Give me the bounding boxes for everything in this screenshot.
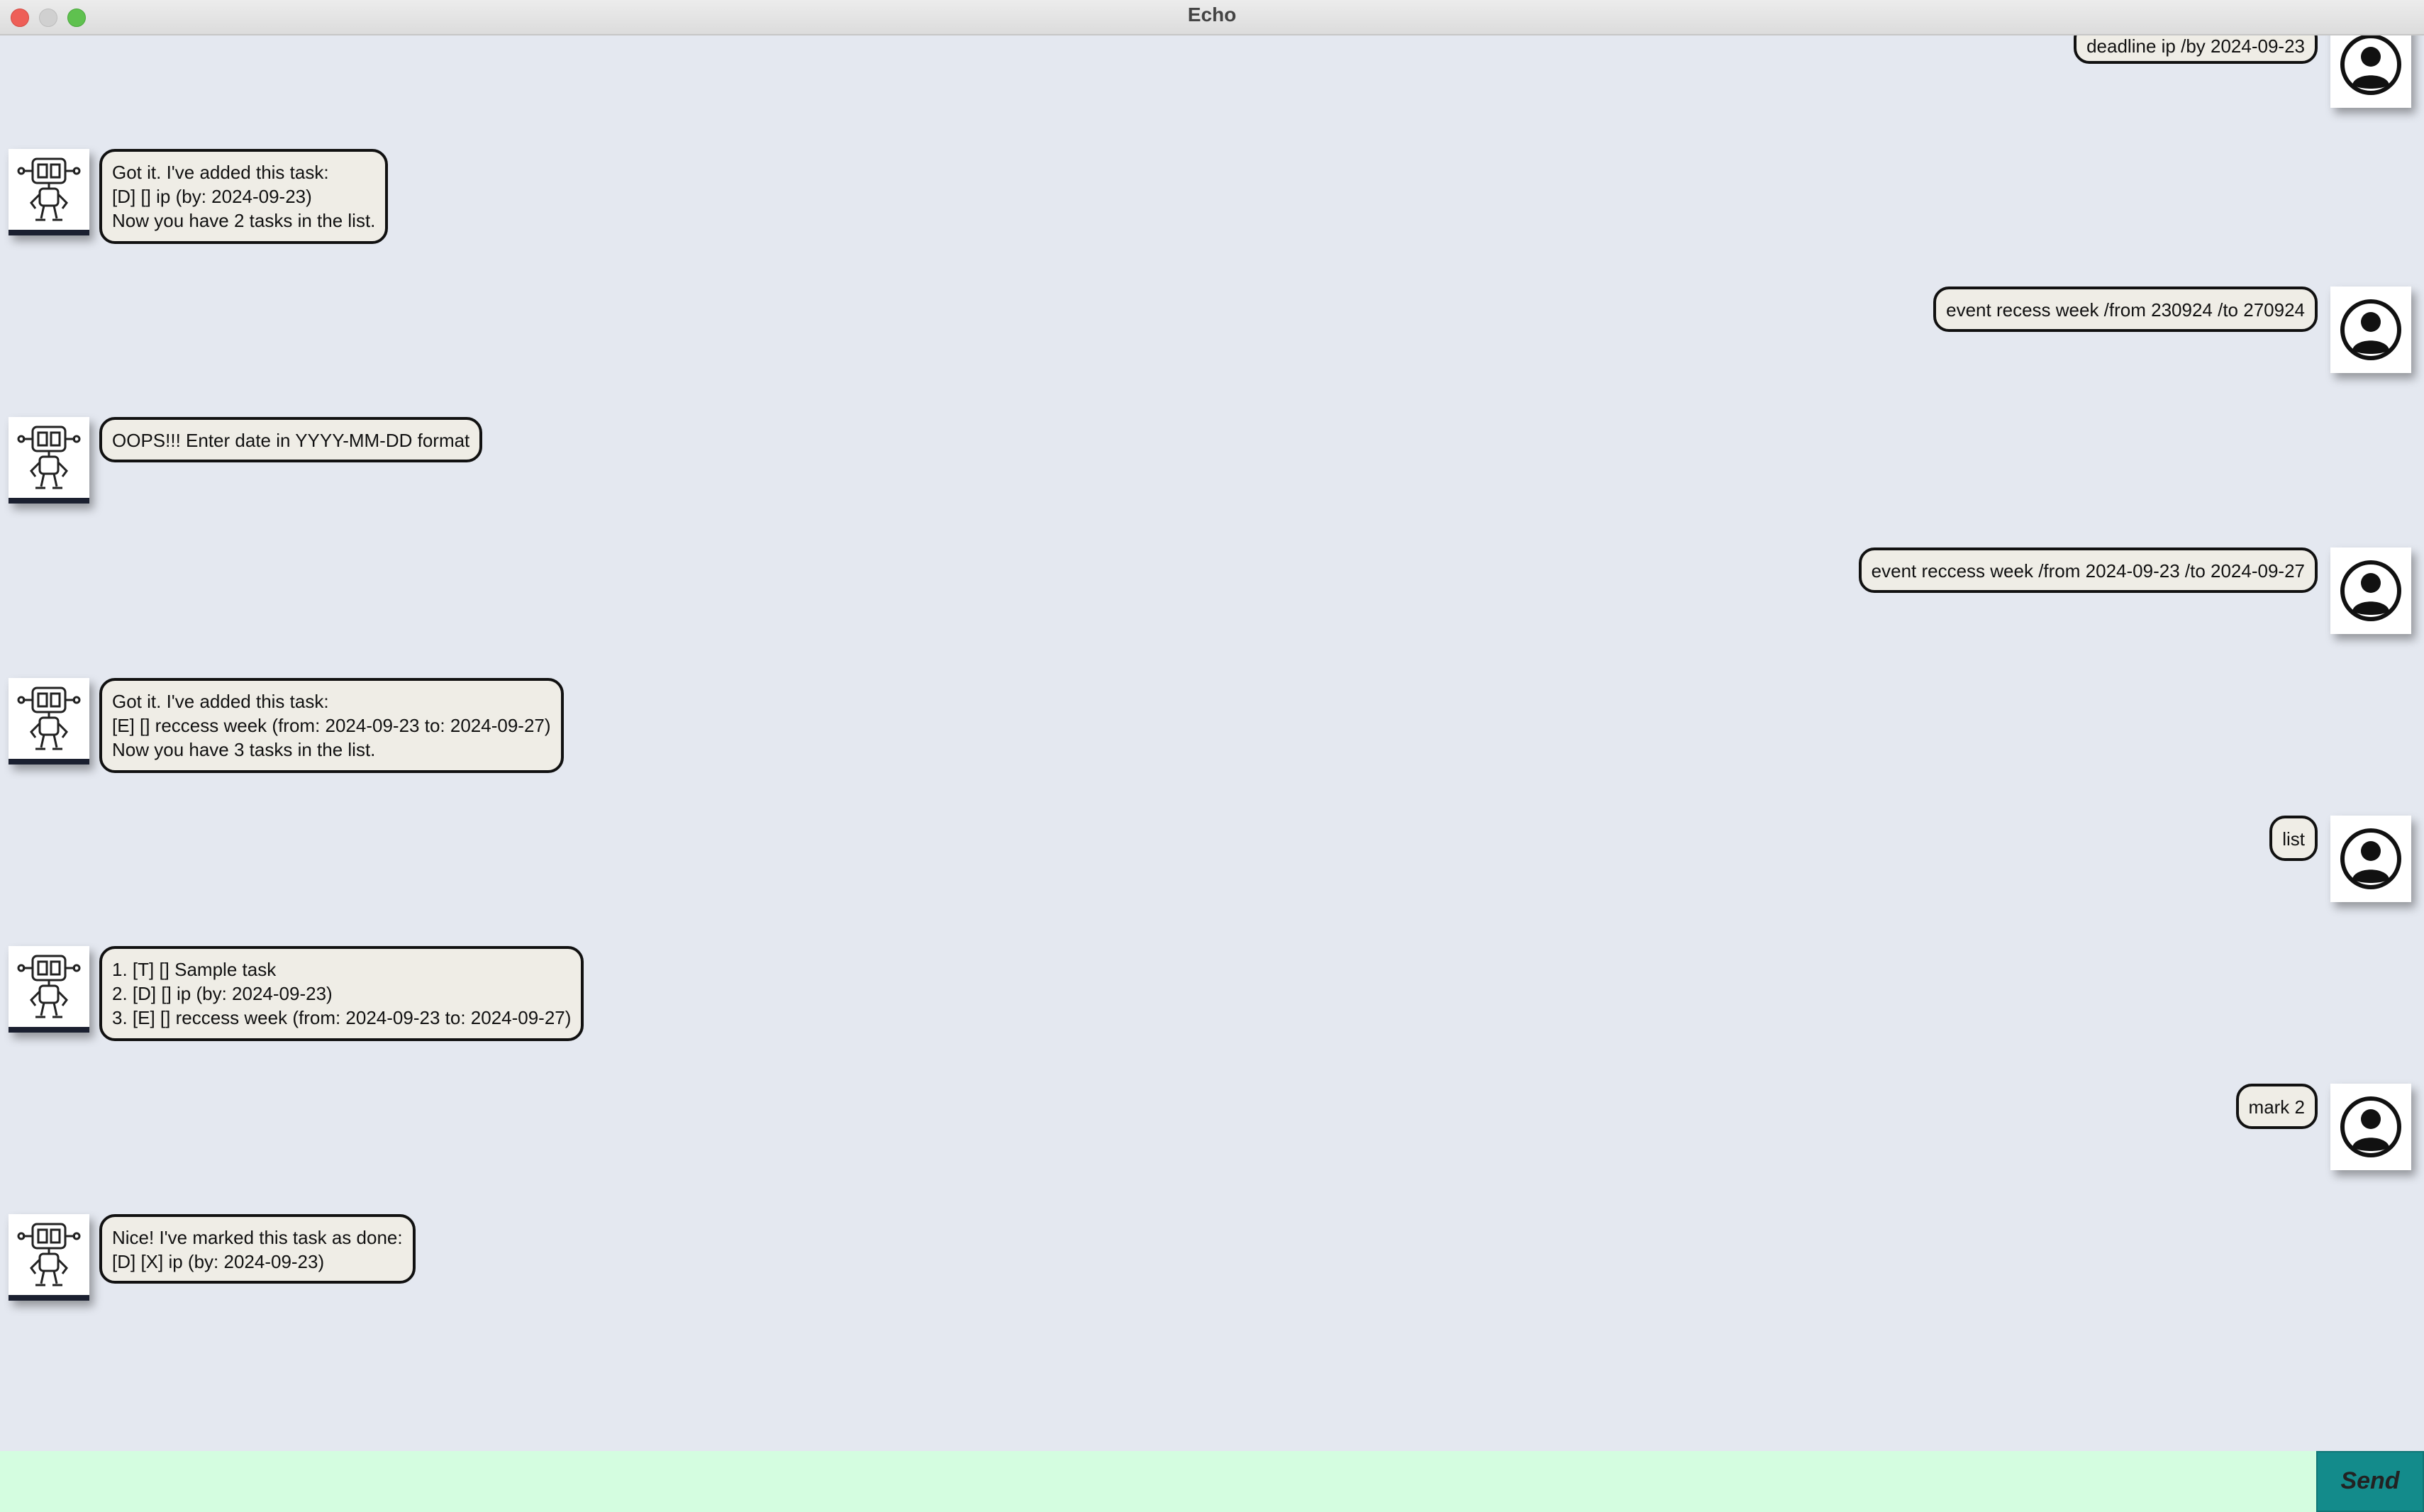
user-message-bubble: deadline ip /by 2024-09-23 [2074,35,2318,64]
bot-avatar [9,678,89,765]
bot-avatar [9,1214,89,1301]
user-avatar-icon [2340,1096,2401,1157]
title-bar: Echo [0,0,2424,35]
bot-message-bubble: Got it. I've added this task: [E] [] rec… [99,678,564,773]
user-avatar [2330,35,2411,108]
user-avatar [2330,816,2411,902]
user-message-bubble: mark 2 [2235,1084,2318,1129]
user-message-bubble: list [2269,816,2318,861]
bot-avatar [9,149,89,235]
robot-avatar-icon [9,686,89,765]
robot-avatar-icon [9,426,89,504]
bot-avatar [9,946,89,1033]
user-message-bubble: event recess week /from 230924 /to 27092… [1933,287,2318,332]
bot-message-bubble: Got it. I've added this task: [D] [] ip … [99,149,389,244]
bot-message-bubble: Nice! I've marked this task as done: [D]… [99,1214,416,1284]
robot-avatar-icon [9,157,89,235]
window-title: Echo [1187,4,1237,26]
user-avatar [2330,1084,2411,1170]
user-message-bubble: event reccess week /from 2024-09-23 /to … [1858,547,2318,593]
send-button[interactable]: Send [2316,1451,2424,1512]
user-avatar [2330,287,2411,373]
chat-area[interactable]: deadline ip /by 2024-09-23 Got it. I've … [0,35,2424,1451]
message-input[interactable] [0,1451,2316,1512]
robot-avatar-icon [9,955,89,1033]
user-avatar-icon [2340,560,2401,621]
user-avatar-icon [2340,828,2401,889]
user-avatar [2330,547,2411,634]
user-avatar-icon [2340,35,2401,95]
bot-avatar [9,417,89,504]
user-avatar-icon [2340,299,2401,360]
bot-message-bubble: 1. [T] [] Sample task 2. [D] [] ip (by: … [99,946,584,1041]
robot-avatar-icon [9,1223,89,1301]
bot-message-bubble: OOPS!!! Enter date in YYYY-MM-DD format [99,417,483,462]
